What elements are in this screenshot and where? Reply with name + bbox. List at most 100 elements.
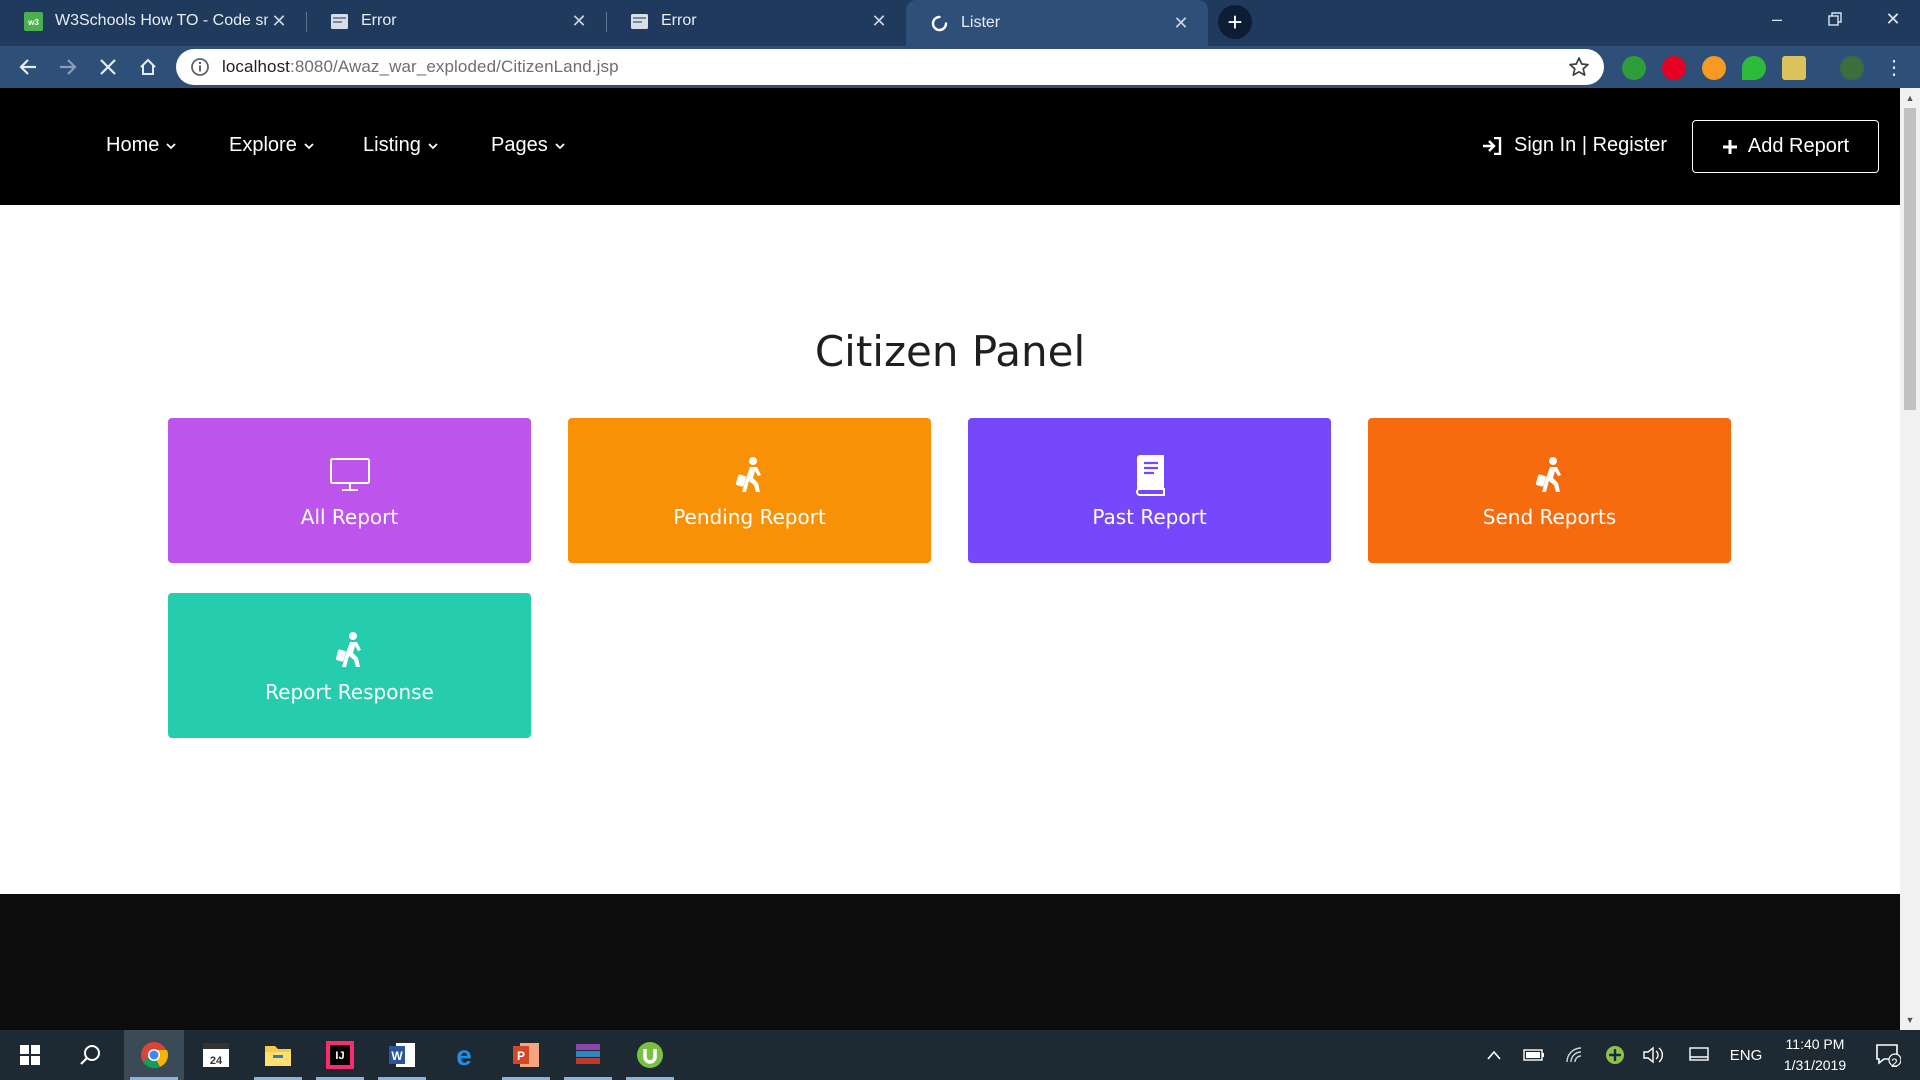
sign-in-icon: [1483, 136, 1502, 155]
tab-error-2[interactable]: Error ✕: [606, 0, 906, 42]
card-label: Pending Report: [673, 504, 826, 529]
chevron-up-icon[interactable]: [1480, 1030, 1508, 1080]
close-icon[interactable]: ✕: [868, 10, 890, 32]
url-text: localhost:8080/Awaz_war_exploded/Citizen…: [222, 57, 619, 77]
minimize-icon[interactable]: –: [1748, 0, 1806, 38]
word-icon[interactable]: W: [372, 1030, 432, 1080]
url-host: localhost: [222, 57, 290, 76]
svg-text:IJ: IJ: [335, 1050, 344, 1062]
site-header: Home Explore Listing Pages Sign In | Reg…: [0, 88, 1900, 205]
calendar-app-icon[interactable]: 24: [186, 1030, 246, 1080]
winrar-icon[interactable]: [558, 1030, 618, 1080]
display-icon[interactable]: [1684, 1030, 1714, 1080]
wifi-icon[interactable]: [1562, 1030, 1590, 1080]
scroll-up-arrow-icon[interactable]: ▲: [1900, 90, 1920, 106]
card-all-report[interactable]: All Report: [168, 418, 531, 563]
nav-pages[interactable]: Pages: [491, 134, 566, 157]
search-icon[interactable]: [60, 1030, 120, 1080]
stop-loading-icon[interactable]: [94, 53, 122, 81]
chevron-down-icon: [166, 142, 176, 149]
nav-label: Listing: [363, 134, 421, 156]
tab-error-1[interactable]: Error ✕: [306, 0, 606, 42]
tab-w3schools[interactable]: w3 W3Schools How TO - Code snipp ✕: [0, 0, 306, 42]
chevron-down-icon: [304, 142, 314, 149]
card-label: Send Reports: [1482, 504, 1617, 529]
card-past-report[interactable]: Past Report: [968, 418, 1331, 563]
sign-in-label: Sign In | Register: [1514, 134, 1668, 156]
traveler-icon: [728, 453, 772, 497]
page-title: Citizen Panel: [814, 327, 1086, 376]
tab-lister[interactable]: Lister ✕: [906, 0, 1208, 46]
tab-title: Error: [661, 12, 697, 29]
language-indicator[interactable]: ENG: [1726, 1030, 1766, 1080]
map-pin-icon[interactable]: [1742, 56, 1766, 80]
citizen-panel-section: Citizen Panel All Report Pending Report …: [0, 205, 1900, 894]
menu-kebab-icon[interactable]: ⋮: [1880, 53, 1908, 81]
nav-explore[interactable]: Explore: [229, 134, 315, 157]
info-icon[interactable]: [190, 57, 210, 77]
action-center-icon[interactable]: 2: [1866, 1030, 1910, 1080]
utorrent-icon[interactable]: [620, 1030, 680, 1080]
tab-title: Lister: [961, 14, 1001, 31]
pinterest-icon[interactable]: [1662, 56, 1686, 80]
extension-square-icon[interactable]: [1782, 56, 1806, 80]
edge-icon[interactable]: e: [434, 1030, 494, 1080]
monitor-icon: [328, 453, 372, 497]
scroll-down-arrow-icon[interactable]: ▼: [1900, 1012, 1920, 1028]
card-label: All Report: [300, 504, 399, 529]
tray-app-icon[interactable]: [1602, 1030, 1628, 1080]
windows-taskbar: 24 IJ W e P ENG 11:40 PM 1/31/2019 2: [0, 1030, 1920, 1080]
svg-text:W: W: [391, 1049, 403, 1063]
close-icon[interactable]: ✕: [568, 10, 590, 32]
profile-avatar[interactable]: [1840, 56, 1864, 80]
card-report-response[interactable]: Report Response: [168, 593, 531, 738]
add-report-label: Add Report: [1747, 135, 1850, 157]
notification-count: 2: [1891, 1056, 1898, 1070]
page-icon: [630, 12, 649, 31]
svg-text:w3: w3: [27, 18, 39, 27]
page-icon: [330, 12, 349, 31]
close-icon[interactable]: ✕: [1170, 12, 1192, 34]
page-scrollbar[interactable]: ▲ ▼: [1900, 88, 1920, 1030]
file-explorer-icon[interactable]: [248, 1030, 308, 1080]
svg-text:24: 24: [210, 1055, 223, 1067]
volume-icon[interactable]: [1640, 1030, 1668, 1080]
scrollbar-thumb[interactable]: [1904, 108, 1916, 410]
address-bar[interactable]: localhost:8080/Awaz_war_exploded/Citizen…: [176, 49, 1604, 85]
browser-toolbar: localhost:8080/Awaz_war_exploded/Citizen…: [0, 46, 1920, 88]
nav-label: Pages: [491, 134, 548, 156]
plus-icon: [1722, 139, 1737, 154]
book-icon: [1128, 453, 1172, 497]
back-icon[interactable]: [14, 53, 42, 81]
bookmark-star-icon[interactable]: [1568, 56, 1590, 78]
card-send-reports[interactable]: Send Reports: [1368, 418, 1731, 563]
key-icon[interactable]: [1702, 56, 1726, 80]
clock-date: 1/31/2019: [1783, 1057, 1847, 1073]
chevron-down-icon: [555, 142, 565, 149]
intellij-icon[interactable]: IJ: [310, 1030, 370, 1080]
windows-start-icon[interactable]: [0, 1030, 60, 1080]
extension-green-icon[interactable]: [1622, 56, 1646, 80]
new-tab-button[interactable]: +: [1218, 5, 1252, 39]
browser-tab-strip: w3 W3Schools How TO - Code snipp ✕ Error…: [0, 0, 1920, 46]
add-report-button[interactable]: Add Report: [1692, 120, 1879, 173]
nav-label: Explore: [229, 134, 297, 156]
url-path: :8080/Awaz_war_exploded/CitizenLand.jsp: [290, 57, 619, 76]
system-clock[interactable]: 11:40 PM 1/31/2019: [1765, 1034, 1865, 1076]
nav-home[interactable]: Home: [106, 134, 177, 157]
powerpoint-icon[interactable]: P: [496, 1030, 556, 1080]
nav-listing[interactable]: Listing: [363, 134, 439, 157]
loading-icon: [930, 14, 949, 33]
restore-icon[interactable]: [1806, 0, 1864, 38]
traveler-icon: [1528, 453, 1572, 497]
forward-icon[interactable]: [54, 53, 82, 81]
chrome-icon[interactable]: [124, 1030, 184, 1080]
sign-in-register-link[interactable]: Sign In | Register: [1482, 134, 1667, 157]
close-window-icon[interactable]: ✕: [1864, 0, 1920, 38]
card-pending-report[interactable]: Pending Report: [568, 418, 931, 563]
traveler-icon: [328, 628, 372, 672]
close-icon[interactable]: ✕: [268, 10, 290, 32]
clock-time: 11:40 PM: [1785, 1036, 1845, 1052]
battery-icon[interactable]: [1518, 1030, 1550, 1080]
home-icon[interactable]: [134, 53, 162, 81]
